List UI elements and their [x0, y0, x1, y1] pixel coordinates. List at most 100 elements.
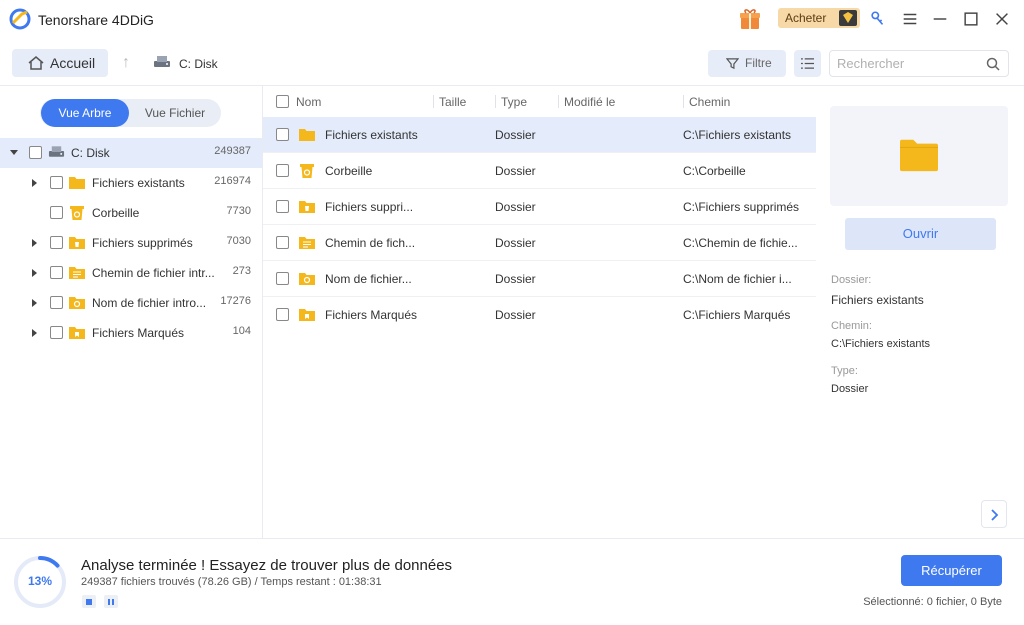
key-icon[interactable] [868, 9, 888, 29]
table-row[interactable]: Fichiers Marqués Dossier C:\Fichiers Mar… [263, 297, 816, 333]
row-path: C:\Fichiers existants [683, 128, 792, 142]
list-view-button[interactable] [794, 50, 821, 77]
column-header-name[interactable]: Nom [296, 95, 321, 109]
tree-item-recycle-bin[interactable]: Corbeille 7730 [0, 198, 262, 228]
row-checkbox[interactable] [276, 200, 289, 213]
filter-button[interactable]: Filtre [708, 50, 786, 77]
next-button[interactable] [981, 500, 1007, 528]
chevron-right-icon[interactable] [32, 329, 37, 337]
path-value: C:\Fichiers existants [831, 338, 931, 350]
table-row[interactable]: Chemin de fich... Dossier C:\Chemin de f… [263, 225, 816, 261]
column-header-type[interactable]: Type [501, 95, 527, 109]
row-path: C:\Chemin de fichie... [683, 236, 798, 250]
column-divider[interactable] [683, 95, 684, 108]
checkbox[interactable] [50, 206, 63, 219]
column-header-path[interactable]: Chemin [689, 95, 730, 109]
file-view-tab[interactable]: Vue Fichier [132, 99, 218, 127]
open-button[interactable]: Ouvrir [845, 218, 996, 250]
row-path: C:\Fichiers supprimés [683, 200, 800, 214]
tree-item-existing[interactable]: Fichiers existants 216974 [0, 168, 262, 198]
tree-item-label: Fichiers supprimés [92, 236, 193, 250]
checkbox[interactable] [50, 326, 63, 339]
minimize-icon[interactable] [930, 9, 950, 29]
recycle-bin-icon [300, 164, 314, 178]
tree-item-count: 104 [232, 325, 251, 337]
folder-icon [69, 177, 85, 189]
row-checkbox[interactable] [276, 308, 289, 321]
tree-item-label: Fichiers existants [92, 176, 185, 190]
up-arrow-icon[interactable]: ↑ [122, 54, 130, 72]
column-divider[interactable] [495, 95, 496, 108]
chevron-right-icon[interactable] [32, 239, 37, 247]
home-label: Accueil [50, 55, 96, 71]
preview-box [830, 106, 1008, 206]
row-name: Fichiers existants [325, 128, 418, 142]
app-logo-icon [9, 8, 31, 30]
row-name: Fichiers Marqués [325, 308, 418, 322]
tree-item-lost-path[interactable]: Chemin de fichier intr... 273 [0, 258, 262, 288]
column-divider[interactable] [433, 95, 434, 108]
pause-button[interactable] [104, 595, 118, 608]
maximize-icon[interactable] [961, 9, 981, 29]
row-path: C:\Corbeille [683, 164, 746, 178]
lost-path-icon [69, 267, 85, 279]
table-row[interactable]: Fichiers suppri... Dossier C:\Fichiers s… [263, 189, 816, 225]
row-checkbox[interactable] [276, 164, 289, 177]
row-type: Dossier [495, 236, 536, 250]
stop-icon [86, 598, 92, 605]
row-name: Nom de fichier... [325, 272, 412, 286]
row-type: Dossier [495, 200, 536, 214]
status-bar: 13% Analyse terminée ! Essayez de trouve… [0, 539, 1024, 625]
buy-button[interactable]: Acheter [778, 8, 860, 28]
status-title: Analyse terminée ! Essayez de trouver pl… [81, 557, 453, 574]
menu-icon[interactable] [900, 9, 920, 29]
home-button[interactable]: Accueil [12, 49, 108, 77]
gift-icon[interactable] [738, 7, 762, 31]
close-icon[interactable] [992, 9, 1012, 29]
chevron-down-icon[interactable] [10, 150, 18, 155]
stop-button[interactable] [82, 595, 96, 608]
tree-item-deleted[interactable]: Fichiers supprimés 7030 [0, 228, 262, 258]
search-input[interactable] [837, 56, 977, 71]
tree-item-count: 17276 [220, 295, 251, 307]
chevron-right-icon[interactable] [32, 179, 37, 187]
chevron-right-icon[interactable] [32, 299, 37, 307]
tree-item-tagged[interactable]: Fichiers Marqués 104 [0, 318, 262, 348]
disk-icon [154, 56, 170, 67]
chevron-right-icon[interactable] [32, 269, 37, 277]
tree-item-root[interactable]: C: Disk 249387 [0, 138, 262, 168]
lost-path-icon [299, 237, 315, 249]
row-checkbox[interactable] [276, 236, 289, 249]
list-icon [801, 58, 814, 69]
tree-item-lost-name[interactable]: Nom de fichier intro... 17276 [0, 288, 262, 318]
checkbox[interactable] [50, 296, 63, 309]
table-row[interactable]: Corbeille Dossier C:\Corbeille [263, 153, 816, 189]
row-type: Dossier [495, 128, 536, 142]
select-all-checkbox[interactable] [276, 95, 289, 108]
folder-icon [900, 139, 938, 172]
lost-name-icon [299, 273, 315, 285]
filter-label: Filtre [745, 56, 772, 70]
checkbox[interactable] [50, 176, 63, 189]
checkbox[interactable] [29, 146, 42, 159]
tree-panel: Vue Arbre Vue Fichier C: Disk 249387 Fic… [0, 86, 263, 539]
search-icon[interactable] [986, 57, 1000, 71]
row-checkbox[interactable] [276, 128, 289, 141]
recover-button[interactable]: Récupérer [901, 555, 1002, 586]
table-header: Nom Taille Type Modifié le Chemin [263, 86, 816, 117]
column-divider[interactable] [558, 95, 559, 108]
main-area: Vue Arbre Vue Fichier C: Disk 249387 Fic… [0, 85, 1024, 539]
table-row[interactable]: Fichiers existants Dossier C:\Fichiers e… [263, 117, 816, 153]
selection-summary: Sélectionné: 0 fichier, 0 Byte [863, 596, 1002, 608]
column-header-modified[interactable]: Modifié le [564, 95, 615, 109]
tagged-files-icon [299, 309, 315, 321]
folder-icon [299, 129, 315, 141]
row-checkbox[interactable] [276, 272, 289, 285]
checkbox[interactable] [50, 266, 63, 279]
column-header-size[interactable]: Taille [439, 95, 466, 109]
type-value: Dossier [831, 383, 869, 395]
tree-view-tab[interactable]: Vue Arbre [41, 99, 129, 127]
checkbox[interactable] [50, 236, 63, 249]
table-row[interactable]: Nom de fichier... Dossier C:\Nom de fich… [263, 261, 816, 297]
toolbar: Accueil ↑ C: Disk Filtre [0, 38, 1024, 88]
